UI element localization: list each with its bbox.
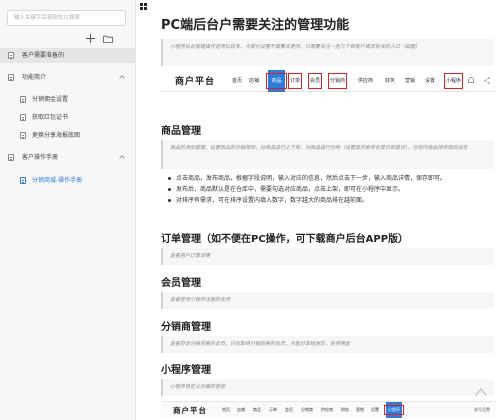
- merchant-platform-banner: 商户平台 首页 店铺 商品 订单 会员 分销商 供应商 财务 营销 设置 小程序: [161, 70, 496, 92]
- add-icon[interactable]: [86, 34, 95, 43]
- nav-finance: 财务: [385, 78, 396, 84]
- document-icon: [8, 74, 14, 81]
- section-heading-miniprogram: 小程序管理: [161, 365, 211, 376]
- document-icon: [20, 114, 26, 121]
- document-icon: [8, 154, 14, 161]
- sidebar-item-label: 分销佣金设置: [32, 96, 69, 103]
- section-desc-products: 商品的添加管理，设置商品的分销规则，对商品进行上下架，对商品进行分组（设置首页推…: [161, 140, 494, 169]
- nav-members: 会员: [307, 70, 323, 92]
- sidebar-item-feature-intro[interactable]: 功能简介: [0, 70, 136, 85]
- nav-members: 会员: [285, 407, 293, 412]
- merchant-platform-banner-bottom: 商户平台 首页 店铺 商品 订单 会员 分销商 供应商 财务 营销 设置 小程序…: [161, 401, 496, 418]
- intro-quote: 小程序后台管理操作选项比较多，大部分设置不需要去更改，只需要关注一些几个和客户需…: [161, 39, 494, 66]
- scroll-to-top-icon[interactable]: [474, 385, 488, 399]
- sidebar-item-customer-manual[interactable]: 客户操作手册: [0, 150, 136, 165]
- sidebar-item-label: 功能简介: [22, 74, 47, 81]
- merchant-logo: 商户平台: [175, 77, 216, 87]
- nav-finance: 财务: [341, 407, 349, 412]
- nav-home: 首页: [232, 78, 243, 84]
- page-title: PC端后台户需要关注的管理功能: [161, 18, 350, 33]
- nav-marketing: 营销: [356, 407, 364, 412]
- chevron-up-icon[interactable]: [119, 75, 125, 81]
- document-content: PC端后台户需要关注的管理功能 小程序后台管理操作选项比较多，大部分设置不需要去…: [161, 0, 496, 420]
- nav-products: 商品: [266, 70, 287, 92]
- section-desc-members: 查看登录小程序注册的会员: [161, 292, 494, 309]
- merchant-logo: 商户平台: [173, 406, 207, 415]
- section-heading-orders: 订单管理（如不便在PC操作，可下载商户后台APP版）: [161, 234, 409, 245]
- search-input[interactable]: 输入关键字后按回车以搜索: [7, 10, 126, 26]
- sidebar-item-share-poster[interactable]: 更换分享海报底图: [0, 128, 136, 143]
- sidebar-item-mall-manual[interactable]: 分销商城-操作手册: [0, 173, 136, 188]
- sidebar-item-label: 客户操作手册: [22, 154, 59, 161]
- nav-products: 商品: [253, 407, 261, 412]
- sidebar-item-label: 客户需要准备的: [22, 52, 65, 59]
- nav-marketing: 营销: [405, 78, 416, 84]
- nav-distributors: 分销商: [327, 70, 348, 92]
- document-icon: [20, 96, 26, 103]
- nav-settings: 设置: [371, 407, 379, 412]
- bell-icon: [468, 77, 474, 83]
- folder-icon[interactable]: [103, 35, 113, 43]
- document-icon: [20, 177, 26, 184]
- section-desc-orders: 查看用户订单详情: [161, 248, 494, 265]
- nav-home: 首页: [222, 407, 230, 412]
- nav-settings: 设置: [425, 78, 436, 84]
- document-icon: [20, 132, 26, 139]
- sidebar: 输入关键字后按回车以搜索 客户需要准备的 功能简介 分销佣金设置 获取红包证书 …: [0, 0, 136, 420]
- nav-suppliers: 供应商: [358, 78, 374, 84]
- nav-miniprogram: 小程序: [384, 402, 404, 418]
- list-item: 发布后，商品默认是在仓库中，需要勾选对应商品，点击上架，即可在小程序中显示。: [167, 184, 487, 195]
- sidebar-item-red-packet-cert[interactable]: 获取红包证书: [0, 110, 136, 125]
- list-item: 点击商品，发布商品，根据字段说明，输入对应的信息，然后点击下一步，输入商品详情，…: [167, 173, 487, 184]
- share-icon: [484, 77, 490, 84]
- section-heading-products: 商品管理: [161, 126, 201, 137]
- sidebar-item-label: 更换分享海报底图: [32, 132, 81, 139]
- section-desc-miniprogram: 小程序自定义页面的装修: [161, 379, 494, 396]
- nav-distributors: 分销商: [301, 407, 313, 412]
- chevron-up-icon[interactable]: [119, 155, 125, 161]
- sidebar-item-commission-settings[interactable]: 分销佣金设置: [0, 92, 136, 107]
- sidebar-item-label: 获取红包证书: [32, 114, 69, 121]
- nav-suppliers: 供应商: [321, 407, 333, 412]
- nav-orders: 订单: [269, 407, 277, 412]
- section-heading-members: 会员管理: [161, 278, 201, 289]
- grid-icon[interactable]: [140, 3, 147, 10]
- section-heading-distributors: 分销商管理: [161, 322, 211, 333]
- nav-orders: 订单: [287, 70, 303, 92]
- sidebar-item-customer-prep[interactable]: 客户需要准备的: [0, 48, 136, 63]
- list-item: 对排序有需求，可在排序设置内填入数字，数字越大的商品排在越前面。: [167, 195, 487, 206]
- section-desc-distributors: 查看符合分销资格的会员，只有取得分销资格的会员，才能分享给朋友，获得佣金: [161, 336, 494, 353]
- sidebar-item-label: 分销商城-操作手册: [32, 177, 83, 184]
- sidebar-tree: 客户需要准备的 功能简介 分销佣金设置 获取红包证书 更换分享海报底图 客户操作…: [0, 48, 136, 188]
- document-icon: [8, 52, 14, 59]
- product-steps-list: 点击商品，发布商品，根据字段说明，输入对应的信息，然后点击下一步，输入商品详情，…: [167, 173, 487, 206]
- nav-shop: 店铺: [237, 407, 245, 412]
- sidebar-toolbar: [86, 34, 116, 44]
- nav-miniprogram: 小程序: [443, 70, 464, 92]
- nav-shop: 店铺: [249, 78, 260, 84]
- account-settings-text: 账号设置: [474, 407, 490, 412]
